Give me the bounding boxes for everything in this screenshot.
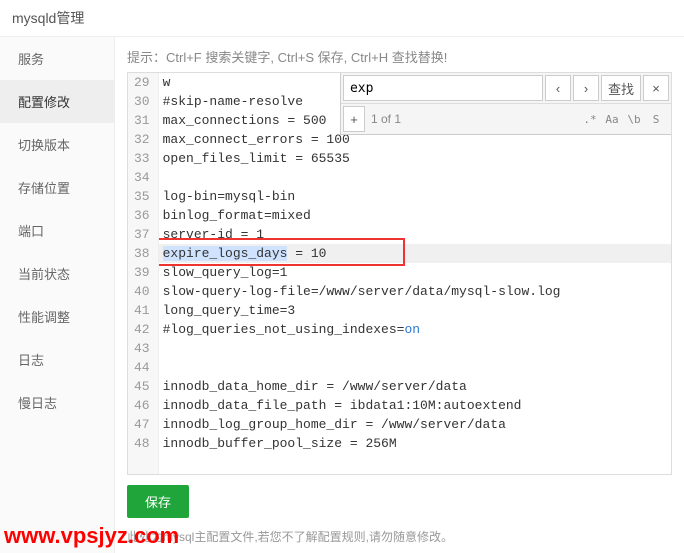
code-line[interactable]: #log_queries_not_using_indexes=on [159, 320, 671, 339]
code-line[interactable]: open_files_limit = 65535 [159, 149, 671, 168]
sidebar: 服务配置修改切换版本存储位置端口当前状态性能调整日志慢日志 [0, 37, 115, 553]
code-line[interactable]: innodb_buffer_pool_size = 256M [159, 434, 671, 453]
search-selection-toggle[interactable]: S [645, 108, 667, 130]
sidebar-item-2[interactable]: 切换版本 [0, 123, 114, 166]
footer-tip: 此处为mysql主配置文件,若您不了解配置规则,请勿随意修改。 [127, 528, 672, 553]
code-line[interactable] [159, 168, 671, 187]
search-count: 1 of 1 [365, 112, 579, 126]
code-line[interactable]: binlog_format=mixed [159, 206, 671, 225]
code-line[interactable] [159, 358, 671, 377]
search-expand-button[interactable]: + [343, 106, 365, 132]
code-line[interactable]: slow_query_log=1 [159, 263, 671, 282]
code-line[interactable] [159, 339, 671, 358]
save-button[interactable]: 保存 [127, 485, 189, 518]
code-line[interactable]: slow-query-log-file=/www/server/data/mys… [159, 282, 671, 301]
sidebar-item-6[interactable]: 性能调整 [0, 295, 114, 338]
sidebar-item-3[interactable]: 存储位置 [0, 166, 114, 209]
code-editor[interactable]: 2930313233343536373839404142434445464748… [127, 72, 672, 475]
sidebar-item-1[interactable]: 配置修改 [0, 80, 114, 123]
window-title: mysqld管理 [0, 0, 684, 37]
code-line[interactable]: long_query_time=3 [159, 301, 671, 320]
search-panel: ‹ › 查找 × + 1 of 1 .* Aa \b S [340, 73, 671, 135]
search-prev-button[interactable]: ‹ [545, 75, 571, 101]
sidebar-item-8[interactable]: 慢日志 [0, 381, 114, 424]
search-close-button[interactable]: × [643, 75, 669, 101]
search-input[interactable] [343, 75, 543, 101]
code-line[interactable]: log-bin=mysql-bin [159, 187, 671, 206]
code-line[interactable]: server-id = 1 [159, 225, 671, 244]
sidebar-item-5[interactable]: 当前状态 [0, 252, 114, 295]
code-line[interactable]: innodb_log_group_home_dir = /www/server/… [159, 415, 671, 434]
search-next-button[interactable]: › [573, 75, 599, 101]
sidebar-item-4[interactable]: 端口 [0, 209, 114, 252]
code-line[interactable]: expire_logs_days = 10 [159, 244, 671, 263]
sidebar-item-0[interactable]: 服务 [0, 37, 114, 80]
search-regex-toggle[interactable]: .* [579, 108, 601, 130]
code-line[interactable]: innodb_data_file_path = ibdata1:10M:auto… [159, 396, 671, 415]
line-gutter: 2930313233343536373839404142434445464748 [128, 73, 159, 474]
search-word-toggle[interactable]: \b [623, 108, 645, 130]
sidebar-item-7[interactable]: 日志 [0, 338, 114, 381]
hint-text: 提示：Ctrl+F 搜索关键字, Ctrl+S 保存, Ctrl+H 查找替换! [127, 47, 672, 66]
code-line[interactable]: innodb_data_home_dir = /www/server/data [159, 377, 671, 396]
search-case-toggle[interactable]: Aa [601, 108, 623, 130]
search-find-button[interactable]: 查找 [601, 75, 641, 101]
